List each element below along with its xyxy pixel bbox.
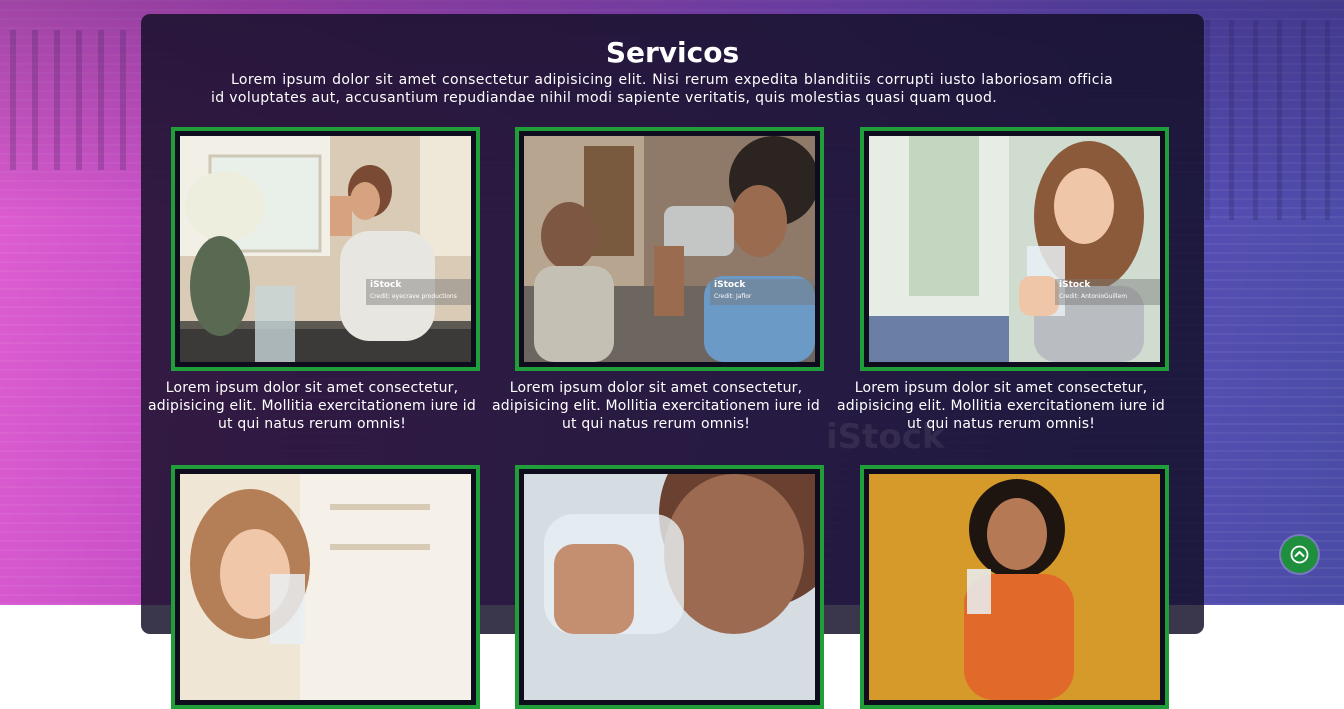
service-image-frame [860, 465, 1169, 709]
service-image-frame: iStock Credit: AntonioGuillem [860, 127, 1169, 371]
service-image: iStock Credit: eyecrave productions [180, 136, 471, 362]
background-structure-right [1205, 20, 1344, 220]
service-image: iStock Credit: AntonioGuillem [869, 136, 1160, 362]
section-intro: Lorem ipsum dolor sit amet consectetur a… [211, 72, 1113, 106]
service-card [830, 465, 1172, 709]
service-card [141, 465, 483, 709]
service-image-frame [515, 465, 824, 709]
service-image [869, 474, 1160, 700]
background-structure-left [10, 30, 140, 170]
service-caption: Lorem ipsum dolor sit amet consectetur, … [148, 380, 476, 432]
service-card [485, 465, 827, 709]
service-card: iStock Credit: AntonioGuillem Lorem ipsu… [830, 127, 1172, 437]
service-image [180, 474, 471, 700]
service-caption: Lorem ipsum dolor sit amet consectetur, … [492, 380, 820, 432]
image-watermark: iStock Credit: Jaflor [710, 279, 815, 305]
service-image-frame [171, 465, 480, 709]
image-watermark: iStock Credit: eyecrave productions [366, 279, 471, 305]
watermark-brand: iStock [1059, 280, 1091, 290]
service-image [524, 474, 815, 700]
service-card: iStock Credit: Jaflor Lorem ipsum dolor … [485, 127, 827, 437]
image-watermark: iStock Credit: AntonioGuillem [1055, 279, 1160, 305]
watermark-credit: Credit: AntonioGuillem [1059, 293, 1128, 300]
watermark-brand: iStock [370, 280, 402, 290]
watermark-brand: iStock [714, 280, 746, 290]
section-title: Servicos [605, 36, 740, 69]
service-card: iStock Credit: eyecrave productions Lore… [141, 127, 483, 437]
chevron-up-circle-icon [1290, 545, 1309, 564]
watermark-credit: Credit: eyecrave productions [370, 293, 457, 300]
service-image-frame: iStock Credit: eyecrave productions [171, 127, 480, 371]
service-caption: Lorem ipsum dolor sit amet consectetur, … [837, 380, 1165, 432]
scroll-to-top-button[interactable] [1281, 536, 1318, 573]
service-image: iStock Credit: Jaflor [524, 136, 815, 362]
services-section: Servicos Lorem ipsum dolor sit amet cons… [141, 14, 1204, 709]
watermark-credit: Credit: Jaflor [714, 293, 752, 300]
service-image-frame: iStock Credit: Jaflor [515, 127, 824, 371]
